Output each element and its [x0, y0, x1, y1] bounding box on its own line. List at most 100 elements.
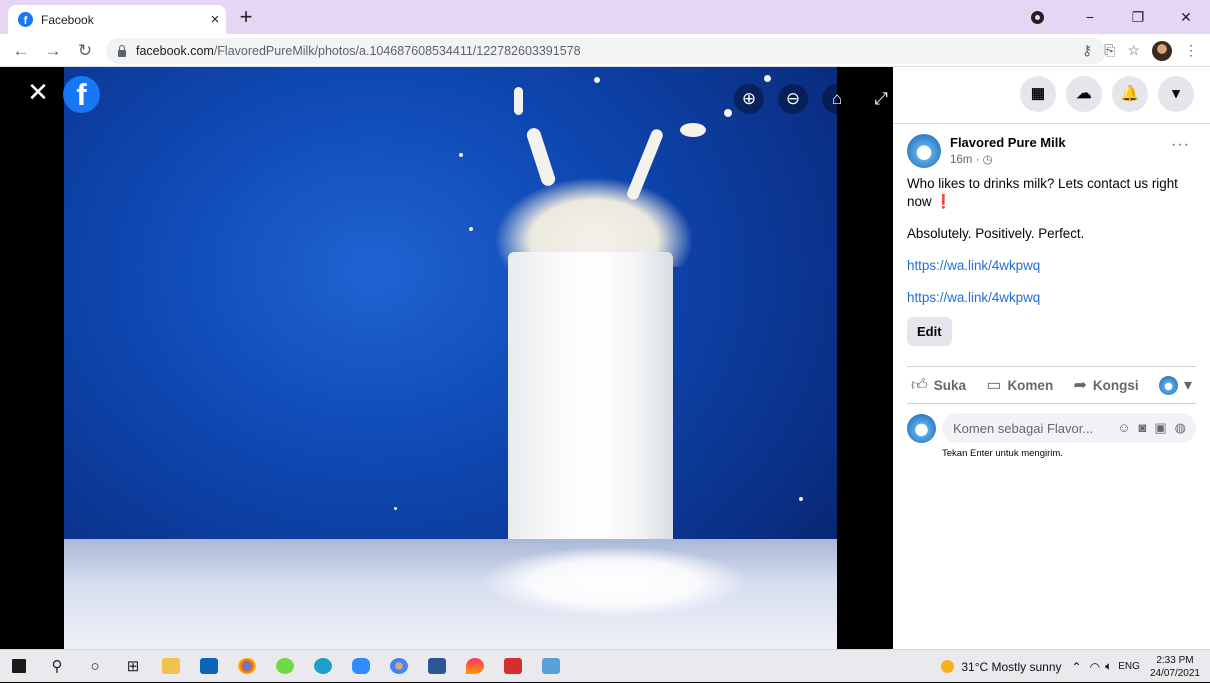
- fullscreen-icon[interactable]: ⤢: [866, 84, 893, 114]
- post-tagline: Absolutely. Positively. Perfect.: [907, 226, 1085, 241]
- chrome-icon[interactable]: [228, 650, 266, 683]
- star-icon[interactable]: ☆: [1127, 42, 1140, 59]
- edit-button[interactable]: Edit: [907, 317, 952, 346]
- milk-drop: [799, 497, 803, 501]
- like-button[interactable]: 👍︎ Suka: [911, 376, 966, 395]
- post-as-selector[interactable]: ▾: [1158, 375, 1192, 395]
- key-icon[interactable]: ⚷: [1082, 42, 1092, 59]
- profile-avatar-icon[interactable]: [1152, 40, 1172, 61]
- chevron-down-icon: ▾: [1183, 377, 1192, 394]
- cortana-icon[interactable]: ○: [76, 650, 114, 683]
- post-body: Who likes to drinks milk? Lets contact u…: [907, 175, 1196, 307]
- mail-icon[interactable]: [190, 650, 228, 683]
- account-dropdown-icon[interactable]: ▾: [1158, 76, 1194, 112]
- reload-icon[interactable]: ↻: [74, 40, 96, 62]
- weather-text[interactable]: 31°C Mostly sunny: [961, 660, 1061, 674]
- milk-drop: [680, 123, 706, 137]
- toolbar-icons: ⚷ ⎘ ☆ ⋮: [1082, 34, 1198, 67]
- zoom-in-icon[interactable]: ⊕: [734, 84, 764, 114]
- exclamation-icon: ❗: [935, 194, 952, 209]
- tab-strip: f Facebook × + − ❐ ✕: [0, 0, 1210, 34]
- milk-drop: [469, 227, 473, 231]
- taskbar: ⚲ ○ ⊞ 31°C Mostly sunny ⌃ ◠ 🔈︎ ENG 2:33 …: [0, 649, 1210, 682]
- messenger-icon[interactable]: ☁: [1066, 76, 1102, 112]
- minimize-icon[interactable]: −: [1066, 9, 1114, 25]
- post-link[interactable]: https://wa.link/4wkpwq: [907, 258, 1040, 273]
- close-viewer-icon[interactable]: ✕: [26, 79, 50, 105]
- side-top-bar: ▦ ☁ 🔔 ▾: [893, 67, 1210, 123]
- volume-icon[interactable]: 🔈︎: [1105, 659, 1112, 674]
- share-icon: ➦: [1073, 377, 1087, 394]
- translate-icon[interactable]: ⎘: [1104, 42, 1115, 59]
- menu-dots-icon[interactable]: ⋮: [1184, 42, 1198, 59]
- thumbs-up-icon: 👍︎: [911, 376, 928, 394]
- comment-input[interactable]: Komen sebagai Flavor... ☺ ◙ ▣ ◍: [942, 413, 1196, 443]
- comment-hint: Tekan Enter untuk mengirim.: [942, 448, 1063, 459]
- milk-drop: [459, 153, 463, 157]
- milk-drop: [514, 87, 523, 115]
- url-domain: facebook.com: [136, 44, 214, 58]
- clock-date: 24/07/2021: [1149, 667, 1200, 679]
- milk-drop: [594, 77, 600, 83]
- milk-glass: [508, 252, 673, 582]
- post: Flavored Pure Milk 16m · ◷ ··· Who likes…: [893, 124, 1210, 346]
- forward-icon[interactable]: →: [42, 40, 64, 62]
- milk-drop: [394, 507, 397, 510]
- sticker-icon[interactable]: ◍: [1175, 420, 1186, 436]
- url-path: /FlavoredPureMilk/photos/a.1046876085344…: [213, 44, 581, 58]
- paint-icon[interactable]: [456, 650, 494, 683]
- word-icon[interactable]: [418, 650, 456, 683]
- pdf-icon[interactable]: [494, 650, 532, 683]
- network-icon[interactable]: ◠: [1090, 660, 1100, 674]
- task-view-icon[interactable]: ⊞: [114, 650, 152, 683]
- zoom-icon[interactable]: [342, 650, 380, 683]
- gif-icon[interactable]: ▣: [1154, 420, 1166, 436]
- clock[interactable]: 2:33 PM 24/07/2021: [1150, 654, 1200, 680]
- tag-icon[interactable]: ⌂: [822, 84, 852, 114]
- facebook-logo-icon[interactable]: f: [63, 76, 100, 113]
- page-avatar-small: [1158, 375, 1178, 395]
- page-name-link[interactable]: Flavored Pure Milk: [950, 135, 1066, 150]
- new-tab-button[interactable]: +: [233, 5, 259, 31]
- notifications-bell-icon[interactable]: 🔔: [1112, 76, 1148, 112]
- browser-tab[interactable]: f Facebook ×: [8, 5, 226, 34]
- menu-grid-icon[interactable]: ▦: [1020, 76, 1056, 112]
- comment-button[interactable]: ▭ Komen: [986, 375, 1053, 395]
- milk-drop: [764, 75, 771, 82]
- close-tab-icon[interactable]: ×: [204, 11, 226, 28]
- post-link[interactable]: https://wa.link/4wkpwq: [907, 290, 1040, 305]
- comment-icon: ▭: [986, 377, 1002, 394]
- address-bar[interactable]: facebook.com/FlavoredPureMilk/photos/a.1…: [106, 38, 1106, 64]
- post-actions: 👍︎ Suka ▭ Komen ➦ Kongsi ▾: [907, 366, 1196, 404]
- chrome-profile-icon[interactable]: [380, 650, 418, 683]
- share-label: Kongsi: [1092, 377, 1139, 393]
- browser-toolbar: ← → ↻ facebook.com/FlavoredPureMilk/phot…: [0, 34, 1210, 67]
- camera-icon[interactable]: ◙: [1139, 420, 1147, 436]
- like-label: Suka: [933, 377, 967, 393]
- comment-composer: Komen sebagai Flavor... ☺ ◙ ▣ ◍: [907, 413, 1196, 443]
- facebook-favicon-icon: f: [18, 12, 33, 27]
- weather-icon[interactable]: [941, 660, 955, 673]
- post-more-options-icon[interactable]: ···: [1171, 136, 1190, 154]
- close-window-icon[interactable]: ✕: [1162, 9, 1210, 26]
- page-avatar[interactable]: [907, 134, 941, 168]
- chevron-up-icon[interactable]: ⌃: [1072, 660, 1082, 674]
- milk-photo: [64, 67, 837, 649]
- extension-icon[interactable]: [1031, 10, 1044, 24]
- share-button[interactable]: ➦ Kongsi: [1074, 375, 1139, 395]
- edge-icon[interactable]: [304, 650, 342, 683]
- file-explorer-icon[interactable]: [152, 650, 190, 683]
- language-indicator[interactable]: ENG: [1118, 661, 1140, 672]
- commenter-avatar: [907, 413, 936, 443]
- restore-icon[interactable]: ❐: [1114, 9, 1162, 26]
- windows-start-icon[interactable]: [0, 650, 38, 683]
- back-icon[interactable]: ←: [10, 40, 32, 62]
- zoom-out-icon[interactable]: ⊖: [778, 84, 808, 114]
- comment-label: Komen: [1007, 377, 1054, 393]
- upwork-icon[interactable]: [266, 650, 304, 683]
- photos-icon[interactable]: [532, 650, 570, 683]
- search-icon[interactable]: ⚲: [38, 650, 76, 683]
- post-header: Flavored Pure Milk 16m · ◷: [907, 134, 1196, 168]
- emoji-icon[interactable]: ☺: [1117, 420, 1130, 436]
- post-time[interactable]: 16m · ◷: [950, 152, 1066, 166]
